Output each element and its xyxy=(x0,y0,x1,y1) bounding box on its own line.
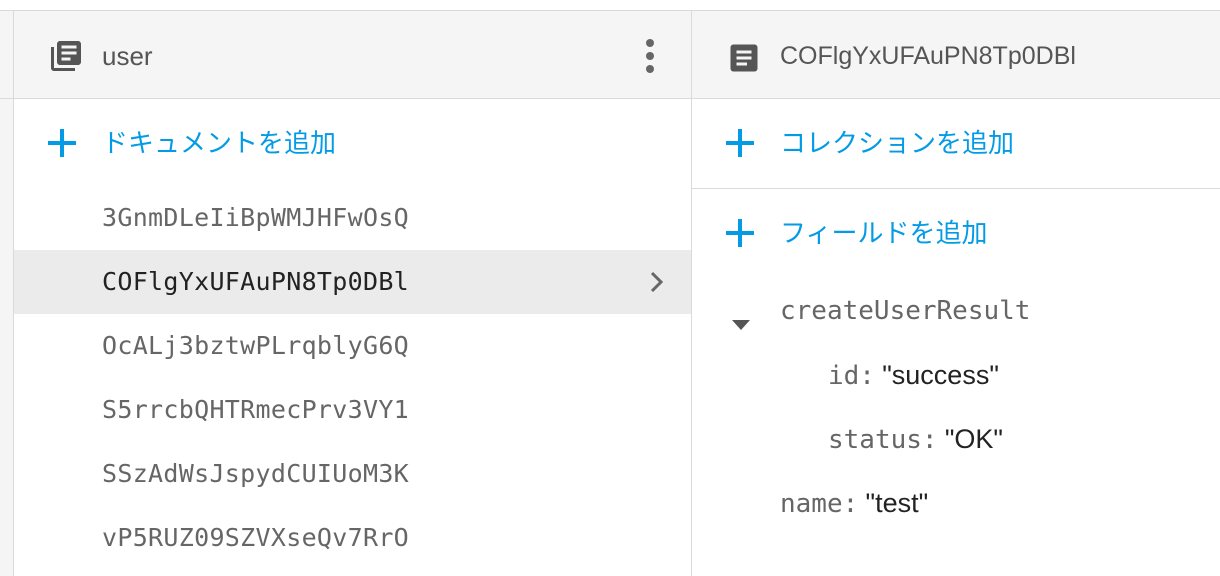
document-id: 3GnmDLeIiBpWMJHFwOsQ xyxy=(102,203,410,232)
document-id: SSzAdWsJspydCUIUoM3K xyxy=(102,459,410,488)
map-field-row[interactable]: createUserResult xyxy=(692,291,1220,331)
more-vert-icon[interactable] xyxy=(640,37,660,75)
plus-icon xyxy=(726,129,754,157)
list-item[interactable]: S5rrcbQHTRmecPrv3VY1 xyxy=(14,378,691,442)
document-icon xyxy=(730,44,758,72)
add-collection-label: コレクションを追加 xyxy=(780,129,1015,159)
library-books-icon xyxy=(51,41,81,71)
chevron-right-icon xyxy=(650,271,664,293)
document-id: S5rrcbQHTRmecPrv3VY1 xyxy=(102,395,410,424)
field-row-name[interactable]: name: "test" xyxy=(780,483,928,523)
document-title: COFlgYxUFAuPN8Tp0DBl xyxy=(780,42,1076,70)
field-value: "OK" xyxy=(944,424,1003,454)
document-id: OcALj3bztwPLrqblyG6Q xyxy=(102,331,410,360)
field-key: status: xyxy=(828,425,938,455)
add-document-label: ドキュメントを追加 xyxy=(102,129,337,159)
list-item[interactable]: 3GnmDLeIiBpWMJHFwOsQ xyxy=(14,186,691,250)
field-row-id[interactable]: id: "success" xyxy=(828,355,999,395)
list-item-selected[interactable]: COFlgYxUFAuPN8Tp0DBl xyxy=(14,250,691,314)
list-item[interactable]: SSzAdWsJspydCUIUoM3K xyxy=(14,442,691,506)
add-collection-button[interactable]: コレクションを追加 xyxy=(692,99,1220,187)
document-panel: COFlgYxUFAuPN8Tp0DBl コレクションを追加 フィールドを追加 … xyxy=(692,11,1220,576)
document-id: COFlgYxUFAuPN8Tp0DBl xyxy=(102,267,410,296)
document-list: 3GnmDLeIiBpWMJHFwOsQ COFlgYxUFAuPN8Tp0DB… xyxy=(14,186,691,570)
collection-title: user xyxy=(102,41,153,71)
field-key: createUserResult xyxy=(780,296,1031,326)
arrow-drop-down-icon[interactable] xyxy=(732,320,750,330)
plus-icon xyxy=(48,129,76,157)
field-value: "test" xyxy=(865,488,929,518)
plus-icon xyxy=(726,219,754,247)
field-row-status[interactable]: status: "OK" xyxy=(828,419,1003,459)
add-field-label: フィールドを追加 xyxy=(780,219,988,249)
add-document-button[interactable]: ドキュメントを追加 xyxy=(14,99,691,187)
list-item[interactable]: vP5RUZ09SZVXseQv7RrO xyxy=(14,506,691,570)
document-id: vP5RUZ09SZVXseQv7RrO xyxy=(102,523,410,552)
field-key: name: xyxy=(780,489,859,519)
collection-panel: user ドキュメントを追加 3GnmDLeIiBpWMJHFwOsQ COFl… xyxy=(14,11,692,576)
document-header: COFlgYxUFAuPN8Tp0DBl xyxy=(692,11,1220,99)
add-field-button[interactable]: フィールドを追加 xyxy=(692,189,1220,277)
previous-panel-edge xyxy=(0,11,14,576)
list-item[interactable]: OcALj3bztwPLrqblyG6Q xyxy=(14,314,691,378)
field-key: id: xyxy=(828,361,875,391)
field-value: "success" xyxy=(882,360,999,390)
collection-header: user xyxy=(14,11,691,99)
